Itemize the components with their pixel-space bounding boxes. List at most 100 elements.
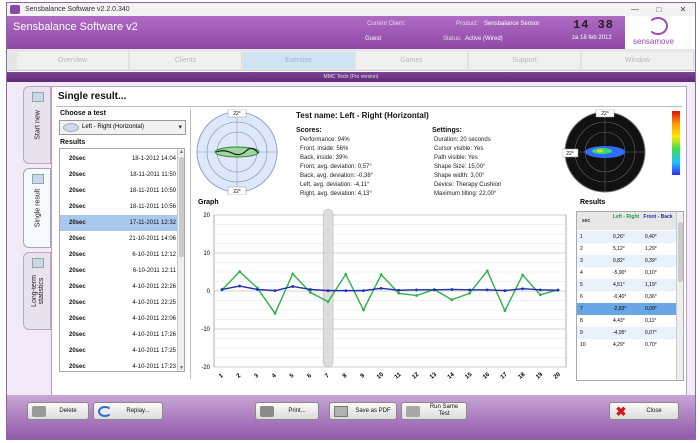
- data-point: [468, 288, 471, 292]
- list-item[interactable]: 20sec 4-10-2011 22:26: [60, 279, 178, 295]
- data-point: [503, 289, 507, 293]
- data-point: [309, 291, 312, 294]
- list-item[interactable]: 20sec 6-10-2011 12:11: [60, 263, 178, 279]
- cell-sec: 8: [580, 318, 583, 324]
- result-duration: 20sec: [69, 268, 86, 274]
- result-date: 18-11-2011 11:50: [129, 172, 176, 178]
- cell-front-back: 0,36°: [645, 294, 657, 300]
- result-duration: 20sec: [69, 172, 86, 178]
- list-item[interactable]: 20sec 4-10-2011 17:23: [60, 359, 178, 371]
- test-select[interactable]: Left - Right (Horizontal) ▾: [59, 120, 186, 135]
- data-point: [362, 308, 365, 312]
- list-item[interactable]: 20sec 18-11-2011 10:56: [60, 199, 178, 215]
- list-item[interactable]: 20sec 4-10-2011 17:26: [60, 327, 178, 343]
- data-point: [450, 288, 454, 291]
- tab-games[interactable]: Games: [356, 52, 468, 69]
- data-point: [238, 284, 242, 288]
- result-duration: 20sec: [69, 156, 86, 162]
- status-label: Status:: [443, 36, 462, 42]
- cell-sec: 4: [580, 270, 583, 276]
- bottom-toolbar: Delete Replay... Print... Save as PDF Ru…: [7, 395, 695, 439]
- x-tick-label: 14: [447, 371, 456, 380]
- data-point: [379, 273, 383, 277]
- table-row[interactable]: 3 0,82° 0,39°: [577, 255, 677, 267]
- tab-support[interactable]: Support: [469, 52, 581, 69]
- result-date: 4-10-2011 22:26: [132, 284, 176, 290]
- table-row[interactable]: 5 4,51° 1,19°: [577, 279, 677, 291]
- list-item[interactable]: 20sec 18-11-2011 11:50: [60, 167, 178, 183]
- list-item[interactable]: 20sec 4-10-2011 17:25: [60, 343, 178, 359]
- result-date: 6-10-2011 12:12: [132, 252, 176, 258]
- cell-front-back: 0,10°: [645, 270, 657, 276]
- data-point: [397, 291, 401, 295]
- data-point: [521, 287, 525, 291]
- table-row[interactable]: 2 5,12° 1,29°: [577, 243, 677, 255]
- delete-label: Delete: [59, 408, 77, 414]
- table-row[interactable]: 9 -4,95° 0,07°: [577, 327, 677, 339]
- tab-overview[interactable]: Overview: [17, 52, 129, 69]
- list-item[interactable]: 20sec 4-10-2011 22:25: [60, 295, 178, 311]
- logo-swirl-icon: [648, 17, 668, 35]
- list-item[interactable]: 20sec 21-10-2011 14:06: [60, 231, 178, 247]
- list-item[interactable]: 20sec 18-11-2011 10:59: [60, 183, 178, 199]
- data-point: [415, 288, 418, 292]
- list-item[interactable]: 20sec 6-10-2011 12:12: [60, 247, 178, 263]
- list-item[interactable]: 20sec 17-11-2011 12:32: [60, 215, 178, 231]
- window-close-button[interactable]: ✕: [671, 3, 695, 16]
- data-point: [220, 288, 224, 291]
- tab-clients[interactable]: Clients: [130, 52, 242, 69]
- close-button[interactable]: ✖ Close: [609, 402, 679, 420]
- table-row[interactable]: 6 -0,40° 0,36°: [577, 291, 677, 303]
- result-duration: 20sec: [69, 236, 86, 242]
- status-value: Active (Wired): [465, 36, 503, 42]
- x-tick-label: 8: [342, 372, 349, 379]
- table-row[interactable]: 7 -2,83° 0,09°: [577, 303, 677, 315]
- app-icon: [10, 5, 20, 14]
- data-point: [326, 300, 330, 304]
- data-point: [485, 288, 489, 292]
- x-tick-label: 3: [254, 372, 261, 379]
- data-point: [397, 288, 401, 292]
- cell-left-right: -2,83°: [613, 306, 627, 312]
- print-label: Print...: [288, 408, 306, 414]
- cell-front-back: 1,19°: [645, 282, 657, 288]
- scroll-thumb[interactable]: [179, 157, 184, 257]
- table-scrollbar[interactable]: [676, 212, 683, 380]
- scroll-thumb[interactable]: [678, 222, 683, 282]
- data-point: [238, 270, 242, 274]
- table-header-front-back: Front - Back: [643, 214, 673, 220]
- minimize-button[interactable]: —: [623, 3, 647, 16]
- data-point: [432, 288, 436, 292]
- table-row[interactable]: 8 4,43° 0,11°: [577, 315, 677, 327]
- list-scrollbar[interactable]: ▲ ▼: [177, 149, 184, 371]
- side-tab-label: Start new: [34, 110, 42, 140]
- setting-line: Shape Size: 15,00°: [434, 164, 486, 170]
- cell-left-right: -4,95°: [613, 330, 627, 336]
- cell-left-right: 4,43°: [613, 318, 625, 324]
- tab-exercise[interactable]: Exercise: [243, 52, 355, 69]
- tab-window[interactable]: Window: [582, 52, 694, 69]
- cell-front-back: 0,07°: [645, 330, 657, 336]
- scroll-down-icon[interactable]: ▼: [178, 365, 184, 371]
- side-tab-single-result[interactable]: Single result: [23, 168, 51, 248]
- list-item[interactable]: 20sec 4-10-2011 22:06: [60, 311, 178, 327]
- table-row[interactable]: 4 -5,90° 0,10°: [577, 267, 677, 279]
- run-same-test-button[interactable]: Run Same Test: [401, 402, 467, 420]
- table-row[interactable]: 10 4,29° 0,70°: [577, 339, 677, 351]
- side-tab-start-new[interactable]: Start new: [23, 86, 51, 164]
- x-tick-label: 16: [482, 371, 491, 380]
- scroll-up-icon[interactable]: ▲: [178, 149, 184, 155]
- print-button[interactable]: Print...: [255, 402, 319, 420]
- chart-icon: [32, 174, 44, 184]
- delete-button[interactable]: Delete: [27, 402, 89, 420]
- trash-icon: [32, 406, 46, 417]
- replay-button[interactable]: Replay...: [93, 402, 163, 420]
- cell-front-back: 0,70°: [645, 342, 657, 348]
- table-row[interactable]: 1 0,26° 0,40°: [577, 231, 677, 243]
- result-date: 4-10-2011 17:25: [132, 348, 176, 354]
- data-point: [538, 288, 542, 292]
- side-tab-long-term[interactable]: Long-term statistics: [23, 252, 51, 330]
- maximize-button[interactable]: □: [647, 3, 671, 16]
- list-item[interactable]: 20sec 18-1-2012 14:04: [60, 151, 178, 167]
- save-pdf-button[interactable]: Save as PDF: [329, 402, 397, 420]
